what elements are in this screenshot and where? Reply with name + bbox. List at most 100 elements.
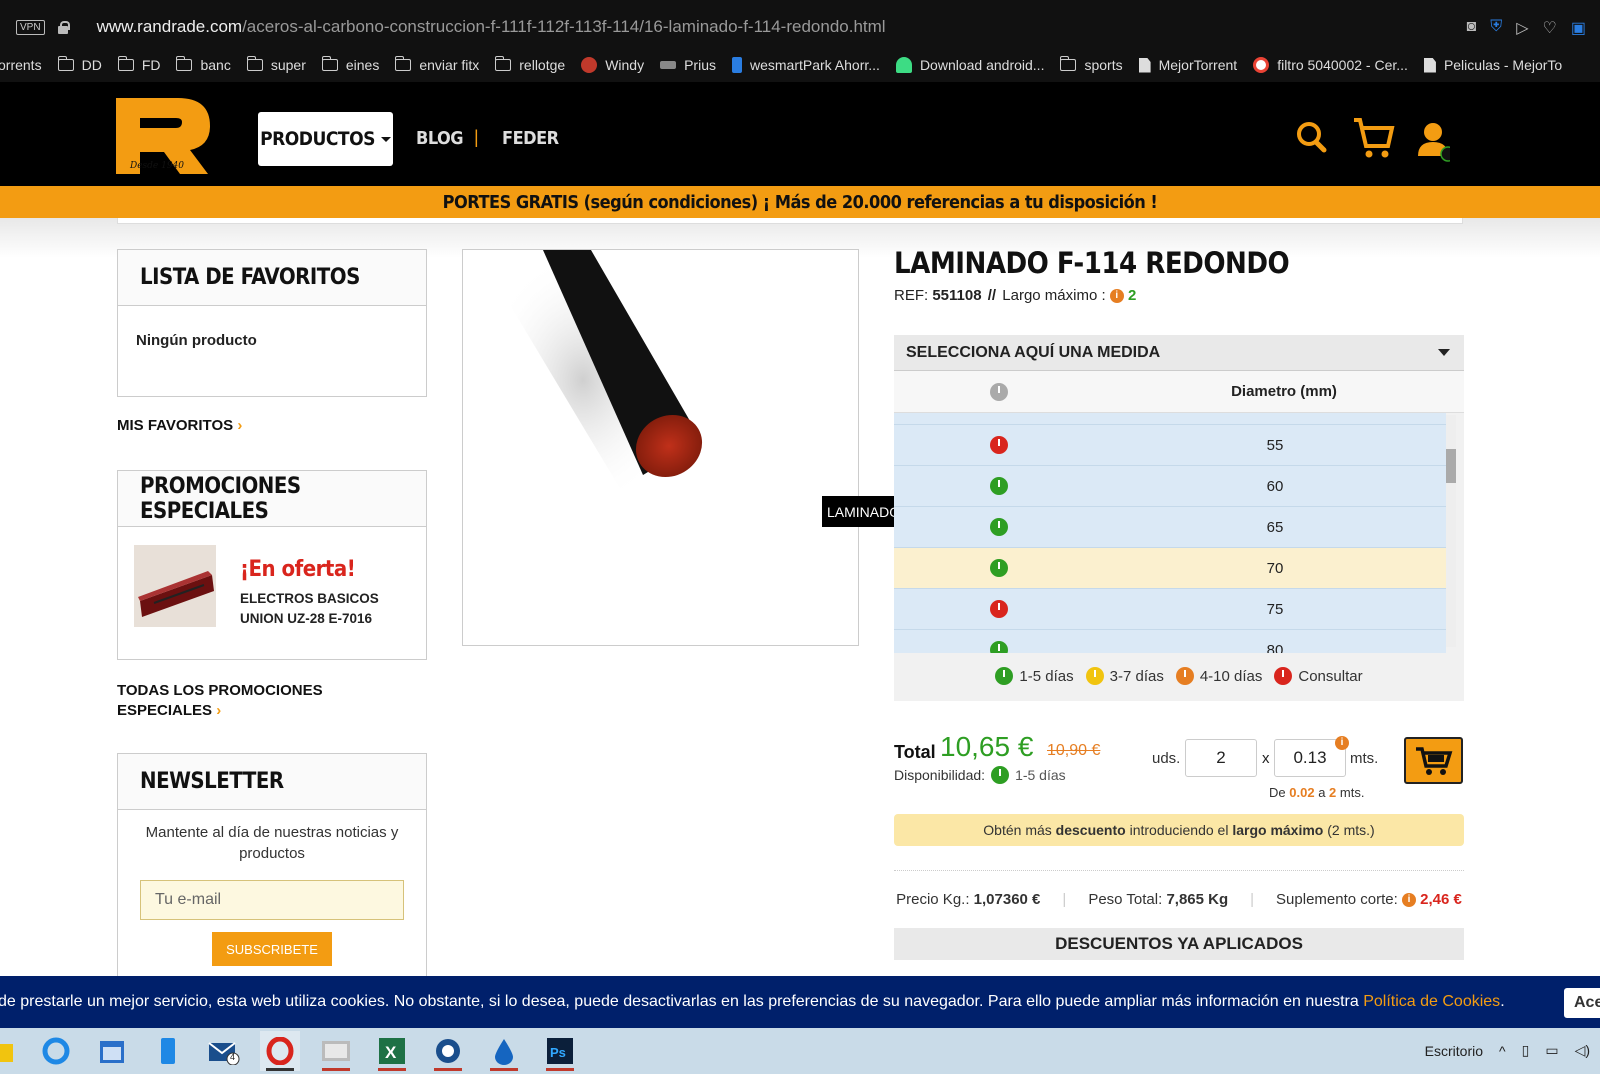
bookmark-filtro[interactable]: filtro 5040002 - Cer... [1253,57,1408,73]
subscribe-button[interactable]: SUBSCRIBETE [212,932,332,966]
address-bar-icons: ◙ ⛨ ▷ ♡ ▣ [1467,18,1586,38]
folder-icon [495,56,512,71]
applied-discounts-header[interactable]: DESCUENTOS YA APLICADOS [894,928,1464,960]
url-text[interactable]: www.randrade.com/aceros-al-carbono-const… [97,17,886,37]
mail-icon[interactable]: 4 [204,1031,244,1071]
randrade-logo[interactable]: Desde 1940 [116,98,212,174]
legend-item: 1-5 días [995,667,1074,685]
windows-taskbar: 4 X Ps Escritorio ^ ▯ ▭ ◁) [0,1028,1600,1074]
info-icon[interactable]: i [1401,893,1416,908]
folder-icon [117,56,134,71]
quantity-input[interactable]: 2 [1185,739,1257,777]
nav-blog-link[interactable]: BLOG [416,128,464,149]
opera-icon[interactable] [260,1031,300,1071]
user-icon[interactable] [1418,123,1456,162]
measure-row[interactable]: 65 [894,507,1446,548]
folder-icon [176,56,193,71]
bookmark-folder[interactable]: enviar fitx [395,56,479,73]
vpn-badge[interactable]: VPN [16,19,45,35]
my-favorites-link[interactable]: MIS FAVORITOS › [117,417,242,434]
all-promotions-link[interactable]: TODAS LOS PROMOCIONES ESPECIALES › [117,681,323,721]
price-details: Precio Kg.: 1,07360 € | Peso Total: 7,86… [894,870,1464,908]
total-weight: Peso Total: 7,865 Kg [1088,891,1229,908]
network-icon[interactable]: ▭ [1545,1042,1558,1059]
chevron-up-icon[interactable]: ^ [1499,1043,1506,1059]
internet-explorer-icon[interactable] [36,1031,76,1071]
measure-row[interactable]: 55 [894,425,1446,466]
search-icon[interactable] [1297,122,1327,153]
mail-badge: 4 [230,1052,236,1062]
bookmark-mejortorrent[interactable]: MejorTorrent [1138,57,1237,73]
price-per-kg: Precio Kg.: 1,07360 € [896,891,1041,908]
measure-row[interactable]: 75 [894,589,1446,630]
add-to-cart-button[interactable] [1404,737,1463,784]
nav-productos-button[interactable]: PRODUCTOS [258,112,393,166]
measure-table-header: Diametro (mm) [894,371,1464,413]
promo-offer-label: ¡En oferta! [240,557,356,582]
cut-surcharge: Suplemento corte: i 2,46 € [1276,891,1462,908]
measure-row[interactable]: 60 [894,466,1446,507]
bookmark-folder[interactable]: rellotge [495,56,565,73]
bookmark-folder[interactable]: super [246,56,306,73]
photos-icon[interactable] [316,1031,356,1071]
lock-icon[interactable] [57,20,70,34]
measure-selector: SELECCIONA AQUÍ UNA MEDIDA Diametro (mm)… [894,335,1464,701]
measure-row[interactable]: 80 [894,630,1446,653]
bookmark-folder[interactable]: eines [321,56,379,73]
promotions-box: PROMOCIONES ESPECIALES ¡En oferta! ELECT… [117,470,427,660]
address-bar[interactable]: VPN www.randrade.com/aceros-al-carbono-c… [0,8,1600,46]
folder-icon[interactable] [0,1031,20,1071]
page-icon [1138,57,1151,73]
photoshop-icon[interactable]: Ps [540,1031,580,1071]
product-title: LAMINADO F-114 REDONDO [894,246,1290,280]
caret-down-icon [380,136,391,142]
bookmark-folder[interactable]: banc [176,56,231,73]
measure-dropdown[interactable]: SELECCIONA AQUÍ UNA MEDIDA [894,335,1464,371]
usb-icon[interactable]: ▯ [1522,1042,1530,1059]
bookmark-item[interactable]: orrents [0,57,42,73]
product-image[interactable] [462,249,859,646]
bookmark-windy[interactable]: Windy [581,57,644,73]
shield-icon[interactable]: ⛨ [1490,18,1502,38]
bookmark-folder[interactable]: DD [57,56,102,73]
measure-row-selected[interactable]: 70 [894,548,1446,589]
nav-feder-link[interactable]: FEDER [502,128,559,149]
volume-icon[interactable]: ◁) [1575,1042,1590,1059]
cookie-policy-link[interactable]: Política de Cookies [1363,993,1500,1011]
info-icon[interactable]: i [1335,736,1349,750]
cart-icon [1415,746,1452,775]
email-field[interactable]: Tu e-mail [140,880,404,920]
phone-icon[interactable] [148,1031,188,1071]
camera-icon[interactable]: ◙ [1467,18,1477,38]
legend-item: 4-10 días [1175,667,1262,685]
bookmark-prius[interactable]: Prius [660,57,716,73]
extension-icon[interactable]: ▣ [1571,18,1586,38]
calendar-icon[interactable] [92,1031,132,1071]
cart-icon[interactable] [1354,118,1395,158]
promotions-title: PROMOCIONES ESPECIALES [118,471,426,527]
legend-item: Consultar [1274,667,1363,685]
favorites-title: LISTA DE FAVORITOS [118,250,426,306]
desktop-label[interactable]: Escritorio [1425,1043,1483,1059]
promo-product-image[interactable] [134,545,216,627]
car-icon [660,61,677,69]
heart-icon[interactable]: ♡ [1543,18,1557,38]
bookmark-folder[interactable]: sports [1060,56,1123,73]
send-icon[interactable]: ▷ [1516,18,1528,38]
promo-product-name[interactable]: ELECTROS BASICOS UNION UZ-28 E-7016 [240,589,379,629]
measure-scrollbar[interactable] [1446,415,1456,647]
bookmark-peliculas[interactable]: Peliculas - MejorTo [1423,57,1562,73]
bookmark-android[interactable]: Download android... [895,57,1044,73]
app-icon[interactable] [428,1031,468,1071]
info-icon[interactable]: i [1109,289,1124,304]
times-label: x [1262,750,1270,767]
drop-icon[interactable] [484,1031,524,1071]
cookie-banner: de prestarle un mejor servicio, esta web… [0,976,1600,1028]
accept-cookies-button[interactable]: Ace [1564,988,1600,1018]
bookmark-folder[interactable]: FD [117,56,160,73]
excel-icon[interactable]: X [372,1031,412,1071]
bookmark-wesmartpark[interactable]: wesmartPark Ahorr... [732,57,880,73]
folder-icon [246,56,263,71]
price: 10,65 € [940,731,1034,762]
scrollbar-thumb[interactable] [1446,449,1456,483]
